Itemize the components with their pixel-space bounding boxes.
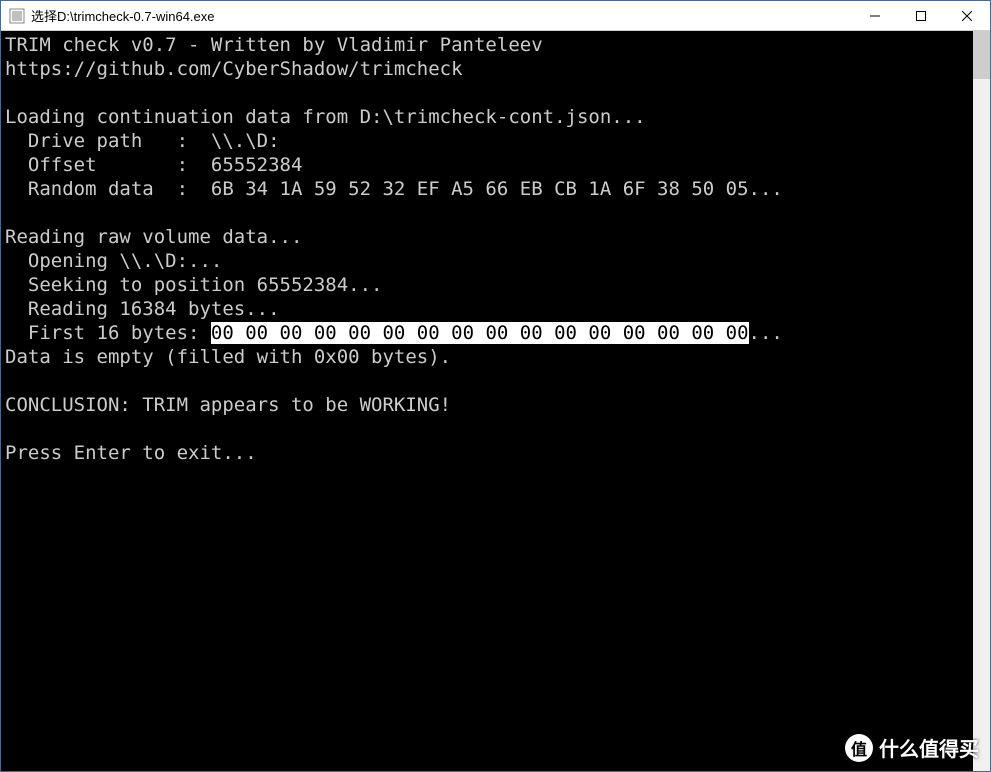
app-icon (9, 8, 25, 24)
console-line: Press Enter to exit... (5, 442, 257, 464)
console-line-suffix: ... (749, 322, 783, 344)
console-line: https://github.com/CyberShadow/trimcheck (5, 58, 463, 80)
console-line: Loading continuation data from D:\trimch… (5, 106, 646, 128)
console-output[interactable]: TRIM check v0.7 - Written by Vladimir Pa… (1, 31, 973, 771)
scrollbar-thumb[interactable] (973, 31, 990, 79)
console-line: Offset : 65552384 (5, 154, 302, 176)
console-window: 选择D:\trimcheck-0.7-win64.exe TRIM check … (0, 0, 991, 772)
titlebar[interactable]: 选择D:\trimcheck-0.7-win64.exe (1, 1, 990, 31)
console-line: Opening \\.\D:... (5, 250, 222, 272)
close-button[interactable] (944, 1, 990, 30)
console-selection: 00 00 00 00 00 00 00 00 00 00 00 00 00 0… (211, 322, 749, 344)
console-line: Seeking to position 65552384... (5, 274, 383, 296)
console-client-area: TRIM check v0.7 - Written by Vladimir Pa… (1, 31, 990, 771)
window-controls (852, 1, 990, 30)
minimize-button[interactable] (852, 1, 898, 30)
console-line: CONCLUSION: TRIM appears to be WORKING! (5, 394, 451, 416)
window-title: 选择D:\trimcheck-0.7-win64.exe (31, 6, 852, 25)
console-line: Drive path : \\.\D: (5, 130, 280, 152)
console-line: Reading raw volume data... (5, 226, 302, 248)
maximize-button[interactable] (898, 1, 944, 30)
vertical-scrollbar[interactable] (973, 31, 990, 771)
console-line: Random data : 6B 34 1A 59 52 32 EF A5 66… (5, 178, 783, 200)
console-line: Reading 16384 bytes... (5, 298, 280, 320)
console-line-prefix: First 16 bytes: (5, 322, 211, 344)
console-line: TRIM check v0.7 - Written by Vladimir Pa… (5, 34, 543, 56)
console-line: Data is empty (filled with 0x00 bytes). (5, 346, 451, 368)
